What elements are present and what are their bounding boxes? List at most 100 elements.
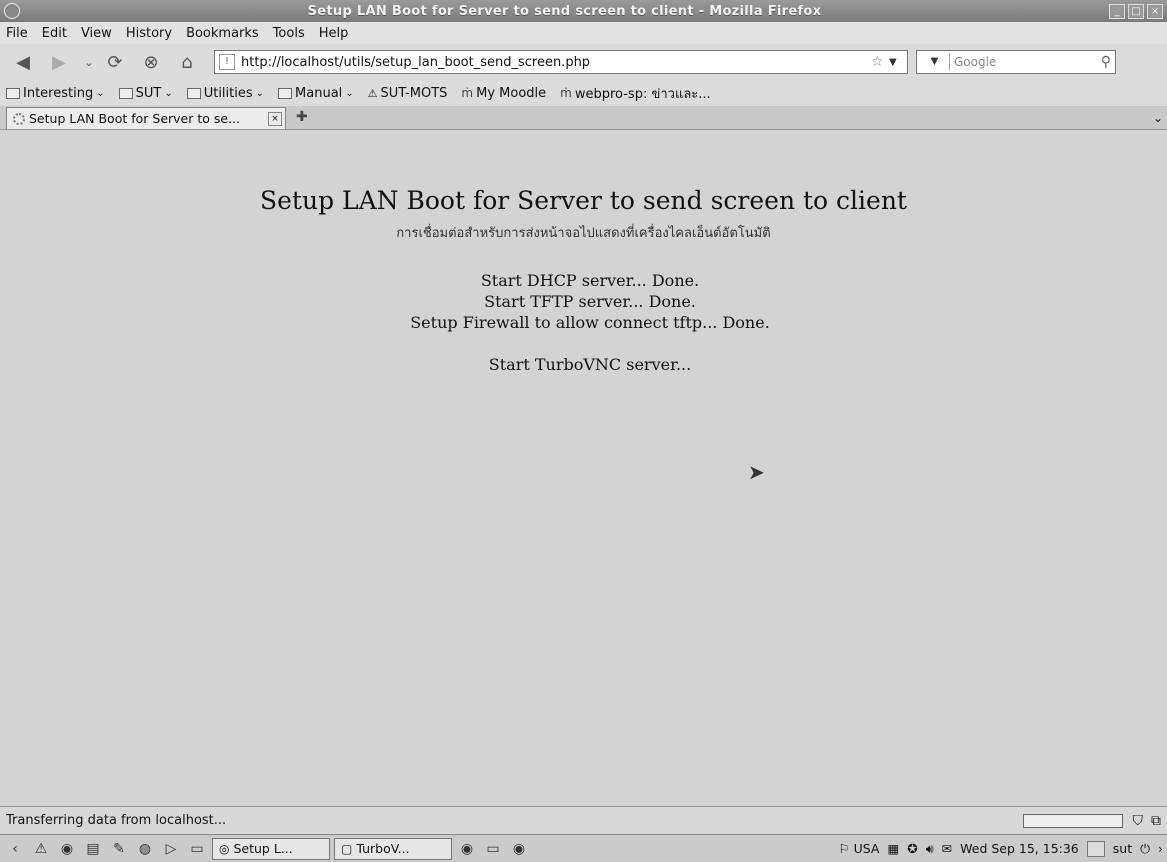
folder-launcher-icon[interactable]: ▷	[160, 838, 182, 860]
menu-history[interactable]: History	[126, 26, 172, 41]
menubar: File Edit View History Bookmarks Tools H…	[0, 22, 1167, 44]
window-icon: ▢	[341, 841, 353, 856]
app-menu-icon[interactable]: ⚠	[30, 838, 52, 860]
terminal-launcher-icon[interactable]: ▭	[186, 838, 208, 860]
bookmark-my-moodle[interactable]: ṁ My Moodle	[461, 86, 546, 101]
menu-tools[interactable]: Tools	[273, 26, 305, 41]
clock[interactable]: Wed Sep 15, 15:36	[960, 841, 1079, 856]
home-button[interactable]: ⌂	[174, 49, 200, 75]
folder-icon	[278, 87, 293, 99]
bookmark-folder-interesting[interactable]: Interesting ⌄	[6, 86, 105, 101]
help-launcher-icon[interactable]: ◍	[134, 838, 156, 860]
stop-button[interactable]: ⊗	[138, 49, 164, 75]
update-icon[interactable]: ✪	[907, 841, 917, 856]
status-line-tftp: Start TFTP server... Done.	[484, 292, 696, 311]
moodle-icon: ṁ	[560, 86, 572, 100]
chevron-down-icon: ⌄	[345, 87, 354, 99]
browser-launcher-icon[interactable]: ◉	[56, 838, 78, 860]
taskbar-window-label: TurboV...	[356, 841, 410, 856]
taskbar-right-arrow-icon[interactable]: ›	[1158, 841, 1163, 856]
bookmark-label: Utilities	[203, 85, 253, 101]
stop-icon: ⊗	[143, 51, 159, 73]
search-icon[interactable]: ⚲	[1101, 54, 1111, 70]
bookmark-label: Interesting	[23, 85, 94, 101]
forward-arrow-icon: ▶	[52, 51, 66, 73]
editor-launcher-icon[interactable]: ✎	[108, 838, 130, 860]
url-text[interactable]: http://localhost/utils/setup_lan_boot_se…	[241, 55, 871, 70]
network-icon[interactable]: ▦	[887, 841, 899, 856]
volume-icon[interactable]: 🔊︎	[926, 841, 934, 857]
window-titlebar: Setup LAN Boot for Server to send screen…	[0, 0, 1167, 22]
tray-app-icon[interactable]: ◉	[456, 838, 478, 860]
taskbar-left-arrow-icon[interactable]: ‹	[4, 838, 26, 860]
bookmark-folder-manual[interactable]: Manual ⌄	[278, 86, 354, 101]
forward-button[interactable]: ▶	[46, 49, 72, 75]
chevron-down-icon: ⌄	[255, 87, 265, 99]
taskbar-window-turbovnc[interactable]: ▢ TurboV...	[334, 837, 452, 860]
url-dropdown-icon[interactable]: ▼	[889, 57, 903, 68]
taskbar-window-setup[interactable]: ◎ Setup L...	[212, 837, 330, 860]
bookmark-star-icon[interactable]: ☆	[871, 54, 887, 70]
tray-app2-icon[interactable]: ◉	[508, 838, 530, 860]
status-text: Transferring data from localhost...	[6, 813, 227, 828]
tab-bar: Setup LAN Boot for Server to se... × ✚ ⌄	[0, 106, 1167, 130]
navigation-toolbar: ◀ ▶ ⌄ ⟳ ⊗ ⌂ ! http://localhost/utils/set…	[0, 44, 1167, 80]
firefox-icon: ◎	[219, 841, 230, 856]
keyboard-layout-label: USA	[853, 841, 880, 856]
menu-view[interactable]: View	[81, 26, 112, 41]
reload-button[interactable]: ⟳	[102, 49, 128, 75]
bookmark-sut-mots[interactable]: ⚠ SUT-MOTS	[368, 86, 448, 101]
close-button[interactable]: ×	[1147, 3, 1163, 19]
history-dropdown-button[interactable]: ⌄	[82, 49, 96, 75]
menu-file[interactable]: File	[6, 26, 28, 41]
user-name[interactable]: sut	[1113, 841, 1132, 856]
bookmark-label: SUT-MOTS	[380, 85, 448, 101]
window-menu-icon[interactable]	[4, 3, 20, 19]
minimize-button[interactable]: _	[1109, 3, 1125, 19]
mail-icon[interactable]: ✉	[942, 841, 952, 856]
tab-close-icon[interactable]: ×	[268, 111, 282, 126]
user-icon	[1086, 840, 1105, 857]
folder-icon	[186, 87, 201, 99]
status-line-firewall: Setup Firewall to allow connect tftp... …	[410, 313, 770, 332]
addon-icon[interactable]: ⧉	[1151, 813, 1161, 829]
bookmark-label: Manual	[295, 85, 343, 101]
mouse-pointer-icon: ➤	[748, 460, 765, 484]
site-identity-icon[interactable]: !	[219, 54, 235, 70]
page-subheading: การเชื่อมต่อสำหรับการส่งหน้าจอไปแสดงที่เ…	[396, 226, 771, 241]
search-engine-selector[interactable]: ▼	[920, 53, 950, 71]
bookmark-webpro-sp[interactable]: ṁ webpro-sp: ข่าวและ...	[560, 83, 711, 104]
security-shield-icon[interactable]: ⛉	[1133, 813, 1144, 829]
power-icon[interactable]: ⏻	[1140, 841, 1150, 857]
keyboard-layout-indicator[interactable]: ⚐ USA	[838, 841, 879, 856]
address-bar[interactable]: ! http://localhost/utils/setup_lan_boot_…	[214, 50, 908, 74]
bookmark-label: SUT	[135, 85, 162, 101]
warning-icon: ⚠	[367, 86, 378, 100]
search-placeholder: Google	[954, 55, 997, 69]
tray-window-icon[interactable]: ▭	[482, 838, 504, 860]
maximize-button[interactable]: □	[1128, 3, 1144, 19]
menu-edit[interactable]: Edit	[42, 26, 67, 41]
taskbar: ‹ ⚠ ◉ ▤ ✎ ◍ ▷ ▭ ◎ Setup L... ▢ TurboV...…	[0, 834, 1167, 862]
taskbar-window-label: Setup L...	[233, 841, 293, 856]
bookmarks-toolbar: Interesting ⌄ SUT ⌄ Utilities ⌄ Manual ⌄…	[0, 80, 1167, 106]
back-button[interactable]: ◀	[10, 49, 36, 75]
file-manager-launcher-icon[interactable]: ▤	[82, 838, 104, 860]
chevron-down-icon: ⌄	[84, 55, 94, 69]
status-bar: Transferring data from localhost... ⛉ ⧉	[0, 806, 1167, 834]
bookmark-folder-sut[interactable]: SUT ⌄	[118, 85, 173, 101]
home-icon: ⌂	[181, 51, 193, 73]
menu-help[interactable]: Help	[319, 26, 349, 41]
bookmark-label: My Moodle	[476, 85, 547, 101]
folder-icon	[118, 87, 133, 99]
window-title: Setup LAN Boot for Server to send screen…	[307, 3, 822, 19]
bookmark-folder-utilities[interactable]: Utilities ⌄	[186, 85, 265, 101]
tab-setup-lan-boot[interactable]: Setup LAN Boot for Server to se... ×	[6, 107, 286, 129]
tab-list-chevron-icon[interactable]: ⌄	[1153, 111, 1163, 125]
chevron-down-icon: ⌄	[96, 87, 105, 99]
page-heading: Setup LAN Boot for Server to send screen…	[260, 186, 907, 215]
new-tab-icon[interactable]: ✚	[296, 109, 308, 125]
search-bar[interactable]: ▼ Google ⚲	[916, 50, 1116, 74]
menu-bookmarks[interactable]: Bookmarks	[186, 26, 259, 41]
status-line-dhcp: Start DHCP server... Done.	[480, 271, 700, 290]
